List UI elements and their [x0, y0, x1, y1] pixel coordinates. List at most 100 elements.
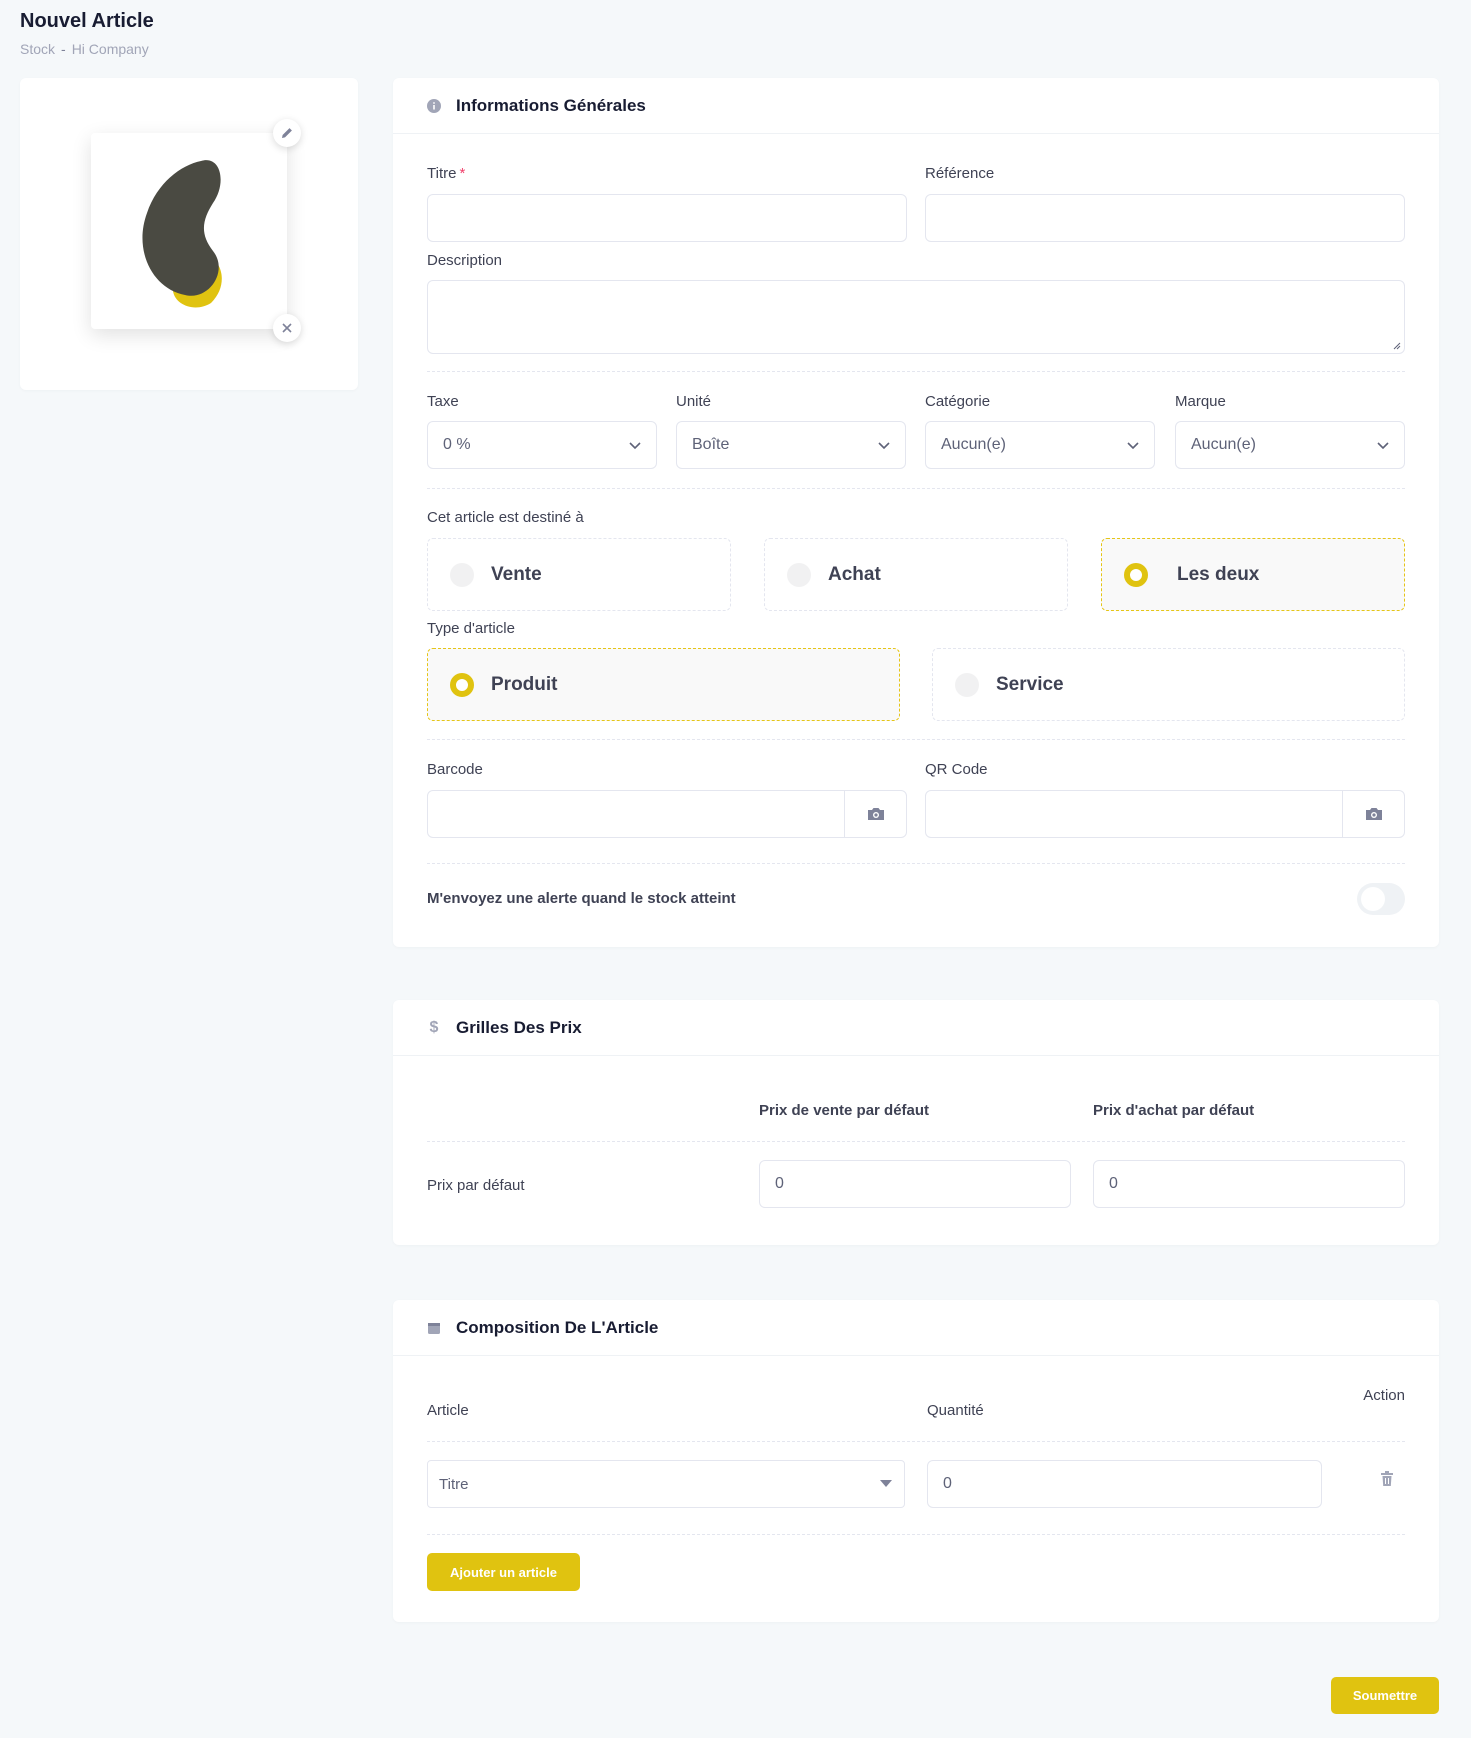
article-image	[91, 133, 287, 329]
dollar-icon: $	[429, 1018, 439, 1036]
trash-icon	[1381, 1471, 1393, 1486]
radio-label: Les deux	[1177, 563, 1260, 585]
radio-label: Produit	[491, 673, 558, 695]
radio-button-selected[interactable]	[450, 672, 474, 697]
info-icon	[427, 98, 441, 113]
default-price-label: Prix par défaut	[427, 1177, 525, 1194]
pencil-icon	[282, 128, 292, 138]
barcode-scan-button[interactable]	[844, 791, 906, 837]
taxe-value: 0 %	[443, 436, 471, 453]
radio-button[interactable]	[450, 562, 474, 587]
col-action: Action	[1363, 1387, 1405, 1404]
radio-label: Achat	[828, 563, 881, 585]
chevron-down-icon	[878, 442, 890, 450]
camera-icon	[867, 808, 884, 820]
price-grid-header: $ Grilles Des Prix	[393, 1000, 1439, 1056]
chevron-down-icon	[1127, 442, 1139, 450]
general-info-title: Informations Générales	[456, 95, 646, 115]
col-article: Article	[427, 1402, 469, 1419]
edit-image-button[interactable]	[273, 119, 301, 147]
blob-logo-icon	[142, 160, 222, 308]
breadcrumb-item-company[interactable]: Hi Company	[72, 41, 149, 57]
col-purchase-price: Prix d'achat par défaut	[1093, 1102, 1255, 1119]
divider	[427, 1141, 1405, 1142]
divider	[427, 739, 1405, 740]
taxe-select[interactable]: 0 %	[427, 421, 657, 469]
radio-label: Vente	[491, 563, 542, 585]
type-option-service[interactable]: Service	[932, 648, 1405, 721]
radio-label: Service	[996, 673, 1064, 695]
unite-label: Unité	[676, 393, 712, 410]
type-label: Type d'article	[427, 620, 515, 637]
calendar-icon	[427, 1321, 441, 1335]
reference-input[interactable]	[925, 194, 1405, 242]
toggle-knob	[1361, 887, 1385, 911]
radio-button-selected[interactable]	[1124, 562, 1148, 587]
breadcrumb: Stock - Hi Company	[20, 41, 149, 57]
destination-option-achat[interactable]: Achat	[764, 538, 1068, 611]
camera-icon	[1365, 808, 1382, 820]
destination-option-vente[interactable]: Vente	[427, 538, 731, 611]
qrcode-label: QR Code	[925, 761, 988, 778]
delete-row-button[interactable]	[1376, 1468, 1398, 1490]
unite-select[interactable]: Boîte	[676, 421, 906, 469]
col-sale-price: Prix de vente par défaut	[759, 1102, 930, 1119]
composition-article-select[interactable]: Titre	[427, 1460, 905, 1508]
composition-title: Composition De L'Article	[456, 1317, 659, 1337]
image-card	[20, 78, 358, 390]
chevron-down-icon	[1377, 442, 1389, 450]
submit-button[interactable]: Soumettre	[1331, 1677, 1439, 1714]
breadcrumb-item-stock[interactable]: Stock	[20, 41, 55, 57]
type-option-produit[interactable]: Produit	[427, 648, 900, 721]
add-article-button[interactable]: Ajouter un article	[427, 1553, 580, 1591]
description-label: Description	[427, 252, 503, 269]
unite-value: Boîte	[692, 436, 730, 453]
general-info-card: Informations Générales Titre * Référence …	[393, 78, 1439, 947]
required-marker: *	[459, 165, 466, 182]
price-grid-card: $ Grilles Des Prix Prix de vente par déf…	[393, 1000, 1439, 1245]
remove-image-button[interactable]	[273, 314, 301, 342]
divider	[427, 1441, 1405, 1442]
qrcode-scan-button[interactable]	[1342, 791, 1404, 837]
marque-value: Aucun(e)	[1191, 436, 1256, 453]
titre-label-text: Titre	[427, 165, 457, 182]
divider	[427, 488, 1405, 489]
breadcrumb-separator: -	[61, 41, 66, 57]
article-select-value: Titre	[439, 1475, 469, 1493]
radio-button[interactable]	[955, 672, 979, 697]
destination-option-les-deux[interactable]: Les deux	[1101, 538, 1405, 611]
titre-label: Titre *	[427, 165, 465, 182]
titre-input[interactable]	[427, 194, 907, 242]
composition-header: Composition De L'Article	[393, 1300, 1439, 1356]
categorie-label: Catégorie	[925, 393, 991, 410]
divider	[427, 1534, 1405, 1535]
categorie-select[interactable]: Aucun(e)	[925, 421, 1155, 469]
barcode-input[interactable]	[427, 790, 907, 838]
chevron-down-icon	[629, 442, 641, 450]
caret-down-icon	[880, 1480, 892, 1487]
composition-quantity-input[interactable]: 0	[927, 1460, 1322, 1508]
stock-alert-label: M'envoyez une alerte quand le stock atte…	[427, 890, 736, 907]
price-grid-title: Grilles Des Prix	[456, 1017, 582, 1037]
description-textarea[interactable]	[427, 280, 1405, 354]
divider	[427, 371, 1405, 372]
reference-label: Référence	[925, 165, 995, 182]
radio-button[interactable]	[787, 562, 811, 587]
marque-label: Marque	[1175, 393, 1226, 410]
close-icon	[282, 323, 292, 333]
sale-price-input[interactable]: 0	[759, 1160, 1071, 1208]
destination-label: Cet article est destiné à	[427, 509, 584, 526]
col-quantity: Quantité	[927, 1402, 984, 1419]
page-title: Nouvel Article	[20, 10, 154, 32]
qrcode-input[interactable]	[925, 790, 1405, 838]
divider	[427, 863, 1405, 864]
stock-alert-toggle[interactable]	[1357, 883, 1405, 915]
resize-handle-icon[interactable]	[1391, 340, 1401, 350]
composition-card: Composition De L'Article Article Quantit…	[393, 1300, 1439, 1622]
taxe-label: Taxe	[427, 393, 459, 410]
purchase-price-input[interactable]: 0	[1093, 1160, 1405, 1208]
categorie-value: Aucun(e)	[941, 436, 1006, 453]
marque-select[interactable]: Aucun(e)	[1175, 421, 1405, 469]
barcode-label: Barcode	[427, 761, 483, 778]
general-info-header: Informations Générales	[393, 78, 1439, 134]
